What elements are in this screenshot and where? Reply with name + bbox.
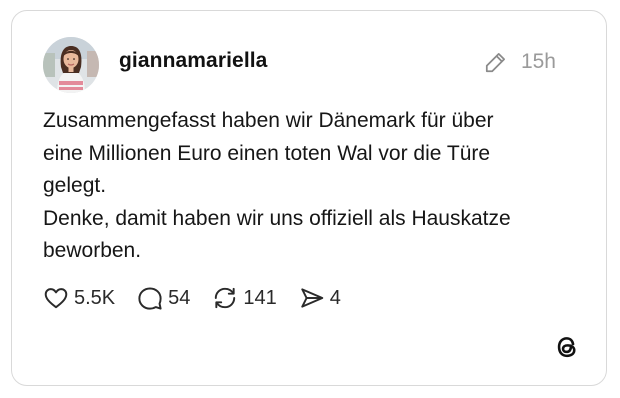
like-button[interactable]: 5.5K [43, 285, 115, 311]
action-bar: 5.5K 54 141 4 [43, 283, 363, 313]
send-icon [301, 288, 324, 308]
post-text-line: Zusammengefasst haben wir Dänemark für ü… [43, 109, 494, 132]
threads-post-card: giannamariella 15h Zusammengefasst haben… [11, 10, 607, 386]
post-meta: 15h [483, 49, 556, 75]
pencil-icon[interactable] [483, 49, 509, 75]
reply-count: 54 [168, 286, 191, 309]
post-text: Zusammengefasst haben wir Dänemark für ü… [43, 105, 583, 268]
repost-icon [215, 287, 236, 309]
post-text-line: gelegt. [43, 174, 107, 197]
reply-button[interactable]: 54 [137, 285, 190, 311]
heart-icon [44, 288, 68, 309]
repost-button[interactable]: 141 [212, 285, 277, 311]
threads-logo-icon[interactable] [553, 333, 581, 361]
repost-count: 141 [243, 286, 277, 309]
avatar-image [43, 37, 99, 93]
post-text-line: eine Millionen Euro einen toten Wal vor … [43, 141, 491, 165]
like-count: 5.5K [74, 286, 116, 309]
comment-icon [138, 287, 162, 310]
post-text-line: beworben. [43, 239, 142, 262]
post-text-line: Denke, damit haben wir uns offiziell als… [43, 206, 511, 230]
share-count: 4 [329, 286, 341, 309]
post-timestamp: 15h [520, 50, 556, 73]
username[interactable]: giannamariella [119, 49, 267, 73]
avatar[interactable] [43, 37, 99, 93]
share-button[interactable]: 4 [299, 285, 341, 311]
